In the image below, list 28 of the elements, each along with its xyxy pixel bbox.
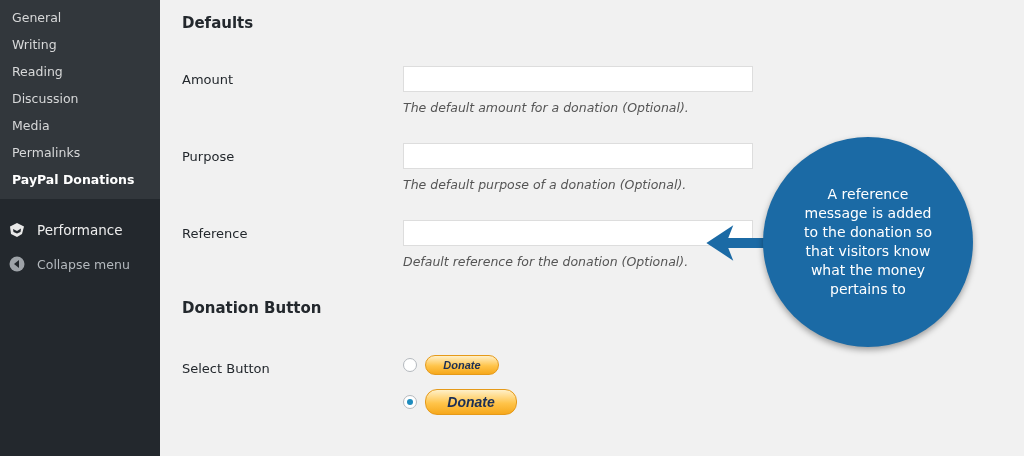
text-field[interactable] bbox=[403, 143, 753, 169]
menu-item[interactable]: Collapse menu bbox=[0, 247, 160, 281]
submenu-item[interactable]: Discussion bbox=[0, 85, 160, 112]
text-field[interactable] bbox=[403, 220, 753, 246]
text-field[interactable] bbox=[403, 66, 753, 92]
radio-button[interactable] bbox=[403, 395, 417, 409]
submenu-item[interactable]: Permalinks bbox=[0, 139, 160, 166]
collapse-icon bbox=[9, 256, 25, 272]
field-label: Reference bbox=[182, 225, 249, 243]
submenu-item[interactable]: Reading bbox=[0, 58, 160, 85]
donate-button[interactable]: Donate bbox=[425, 355, 499, 375]
field-hint: The default purpose of a donation (Optional). bbox=[403, 177, 688, 192]
radio-button[interactable] bbox=[403, 358, 417, 372]
submenu-item[interactable]: General bbox=[0, 4, 160, 31]
menu-item[interactable]: Performance bbox=[0, 213, 160, 247]
submenu-item[interactable]: Media bbox=[0, 112, 160, 139]
section-heading: Defaults bbox=[182, 14, 254, 34]
callout-text: A reference message is added to the donation so that visitors know what the money pertains to bbox=[803, 185, 933, 299]
section-heading: Donation Button bbox=[182, 299, 322, 319]
field-hint: The default amount for a donation (Optional). bbox=[403, 100, 690, 115]
submenu-item[interactable]: PayPal Donations bbox=[0, 166, 160, 193]
field-label: Select Button bbox=[182, 360, 271, 378]
field-hint: Default reference for the donation (Optional). bbox=[403, 254, 690, 269]
field-label: Purpose bbox=[182, 148, 236, 166]
cube-icon bbox=[9, 222, 25, 238]
submenu-item[interactable]: Writing bbox=[0, 31, 160, 58]
field-label: Amount bbox=[182, 71, 235, 89]
donate-button[interactable]: Donate bbox=[425, 389, 517, 415]
